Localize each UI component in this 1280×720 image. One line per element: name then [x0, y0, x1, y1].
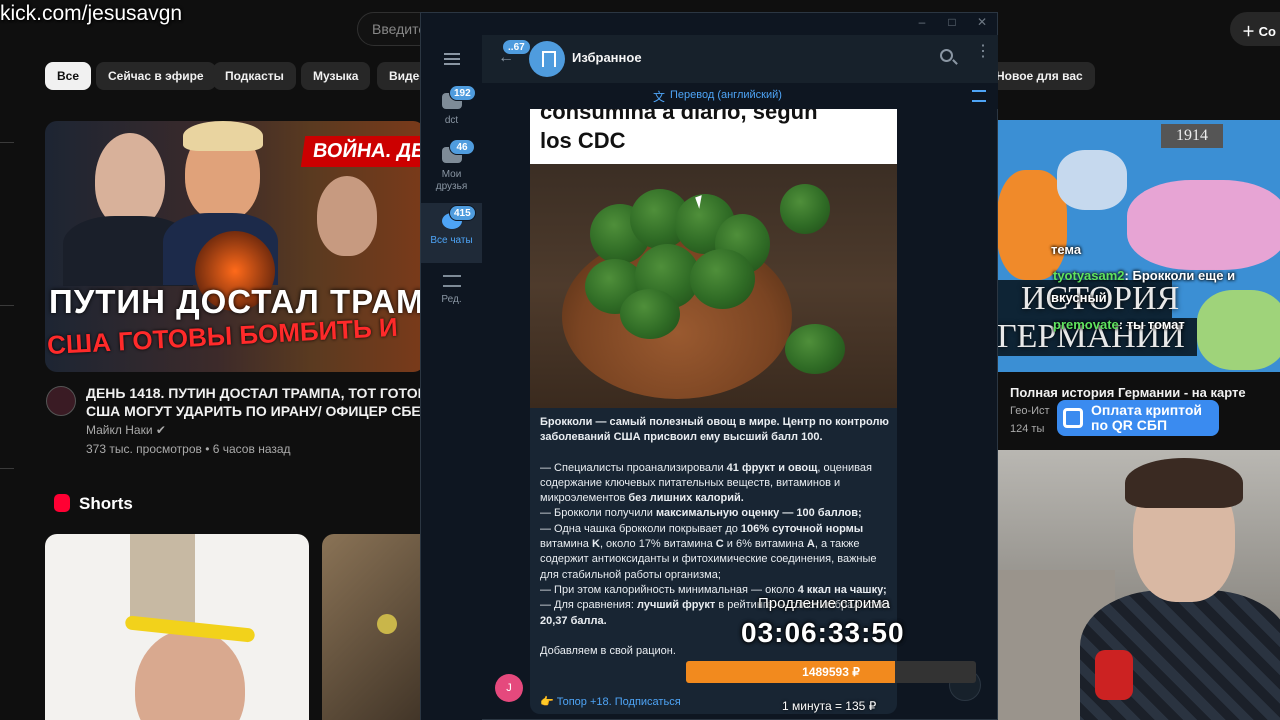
donation-total: 1489593 ₽ [802, 665, 860, 679]
video-thumbnail[interactable]: ВОЙНА. ДЕН ПУТИН ДОСТАЛ ТРАМ США ГОТОВЫ … [45, 121, 425, 372]
video-title-line: ДЕНЬ 1418. ПУТИН ДОСТАЛ ТРАМПА, ТОТ ГОТО… [86, 385, 422, 401]
qr-banner-line: Оплата криптой [1091, 402, 1203, 418]
video-meta: 373 тыс. просмотров • 6 часов назад [86, 442, 291, 456]
person-face [135, 629, 245, 720]
folder-label: Все чаты [430, 235, 473, 246]
channel-name[interactable]: Майкл Наки ✔ [86, 423, 166, 437]
channel-name-text: Майкл Наки [86, 423, 153, 437]
folder-dct[interactable]: 192 dct [421, 83, 482, 143]
sender-avatar[interactable]: J [495, 674, 523, 702]
search-icon[interactable] [940, 49, 953, 62]
sliders-icon [443, 275, 461, 287]
stream-watermark: kick.com/jesusavgn [0, 2, 183, 25]
map-year: 1914 [1161, 124, 1223, 148]
article-card: consumina a diario, según los CDC [530, 109, 897, 164]
subscribe-link[interactable]: 👉 Топор +18. Подписаться [540, 695, 681, 708]
sidebar-divider [0, 305, 14, 306]
stream-extension-label: Продление стрима [758, 595, 890, 612]
translate-icon: 文 [653, 90, 666, 104]
sidebar-divider [0, 142, 14, 143]
cat-eye [377, 614, 397, 634]
video-title-line: США МОГУТ УДАРИТЬ ПО ИРАНУ/ ОФИЦЕР СБЕЖА [86, 403, 422, 419]
folder-label: dct [444, 115, 459, 126]
stream-chat-message: вкусный [1051, 290, 1107, 305]
stream-timer: 03:06:33:50 [741, 617, 905, 648]
unread-badge: ..67 [502, 39, 531, 55]
video-meta: 124 ты [1010, 423, 1045, 435]
broccoli-floret [785, 324, 845, 374]
folder-friends[interactable]: 46 Мои друзья [421, 137, 482, 197]
translate-bar[interactable]: 文 Перевод (английский) [482, 83, 998, 109]
telegram-window[interactable]: – □ ✕ 192 dct 46 Мои друзья 415 Все чаты [420, 12, 998, 720]
person-hair [183, 121, 263, 151]
streamer-hair [1125, 458, 1243, 508]
filter-icon[interactable] [972, 90, 986, 102]
folder-all-chats[interactable]: 415 Все чаты [421, 203, 482, 263]
create-label: Со [1258, 24, 1276, 39]
folder-label: Ред. [441, 294, 462, 305]
map-region [1127, 180, 1280, 270]
article-headline: consumina a diario, según [540, 109, 818, 124]
stream-chat-message: тема [1051, 242, 1082, 257]
donation-rate: 1 минута = 135 ₽ [782, 699, 877, 713]
channel-avatar[interactable] [46, 386, 76, 416]
qr-code-icon [1063, 408, 1083, 428]
person-face [317, 176, 377, 256]
folder-label: Мои друзья [435, 169, 468, 192]
window-titlebar[interactable]: – □ ✕ [421, 13, 997, 35]
photo-card [130, 534, 195, 624]
folder-sidebar: 192 dct 46 Мои друзья 415 Все чаты Ред. [421, 35, 482, 720]
create-button[interactable]: ＋ Со [1230, 12, 1280, 46]
chip-live[interactable]: Сейчас в эфире [96, 62, 216, 90]
person-face [95, 133, 165, 228]
channel-name[interactable]: Гео-Ист [1010, 405, 1050, 417]
chip-podcasts[interactable]: Подкасты [213, 62, 296, 90]
maximize-button[interactable]: □ [941, 15, 963, 33]
thumbnail-badge: ВОЙНА. ДЕН [300, 136, 425, 167]
chip-new-for-you[interactable]: Новое для вас [984, 62, 1095, 90]
map-region [1197, 290, 1280, 370]
unread-badge: 415 [449, 205, 476, 221]
chat-header: ← ..67 Избранное ⋮ [482, 35, 998, 83]
chip-music[interactable]: Музыка [301, 62, 371, 90]
sidebar-divider [0, 468, 14, 469]
verified-icon: ✔ [155, 423, 166, 437]
chip-all[interactable]: Все [45, 62, 92, 90]
microphone-icon [1095, 650, 1133, 700]
chat-title[interactable]: Избранное [572, 50, 642, 65]
video-thumbnail[interactable]: 1914 ИСТОРИЯ ГЕРМАНИИ [997, 120, 1280, 372]
short-thumbnail[interactable] [322, 534, 432, 720]
streamer-webcam [985, 450, 1280, 720]
shorts-icon [54, 494, 70, 512]
video-title[interactable]: Полная история Германии - на карте [1010, 385, 1246, 400]
map-region [1057, 150, 1127, 210]
close-button[interactable]: ✕ [971, 15, 993, 33]
folder-edit[interactable]: Ред. [421, 267, 482, 327]
unread-badge: 46 [449, 139, 475, 155]
donation-progress-bar: 1489593 ₽ [686, 661, 976, 683]
qr-payment-banner: Оплата криптой по QR СБП [1057, 400, 1219, 436]
broccoli-floret [780, 184, 830, 234]
short-thumbnail[interactable] [45, 534, 309, 720]
menu-icon[interactable] [444, 53, 460, 65]
unread-badge: 192 [449, 85, 476, 101]
article-headline: los CDC [540, 128, 626, 153]
chip-video[interactable]: Видео [377, 62, 421, 90]
video-title[interactable]: ДЕНЬ 1418. ПУТИН ДОСТАЛ ТРАМПА, ТОТ ГОТО… [86, 384, 422, 420]
more-vertical-icon[interactable]: ⋮ [975, 44, 991, 60]
broccoli-floret [690, 249, 755, 309]
qr-banner-line: по QR СБП [1091, 417, 1168, 433]
shorts-heading: Shorts [79, 494, 133, 513]
bookmark-icon[interactable] [529, 41, 565, 77]
stream-chat-message: premovate: ты томат [1053, 317, 1185, 332]
translate-label[interactable]: Перевод (английский) [670, 89, 782, 101]
minimize-button[interactable]: – [911, 15, 933, 33]
stream-chat-message: tyotyasam2: Брокколи еще и [1053, 268, 1236, 283]
broccoli-floret [620, 289, 680, 339]
broccoli-photo[interactable] [530, 164, 897, 408]
